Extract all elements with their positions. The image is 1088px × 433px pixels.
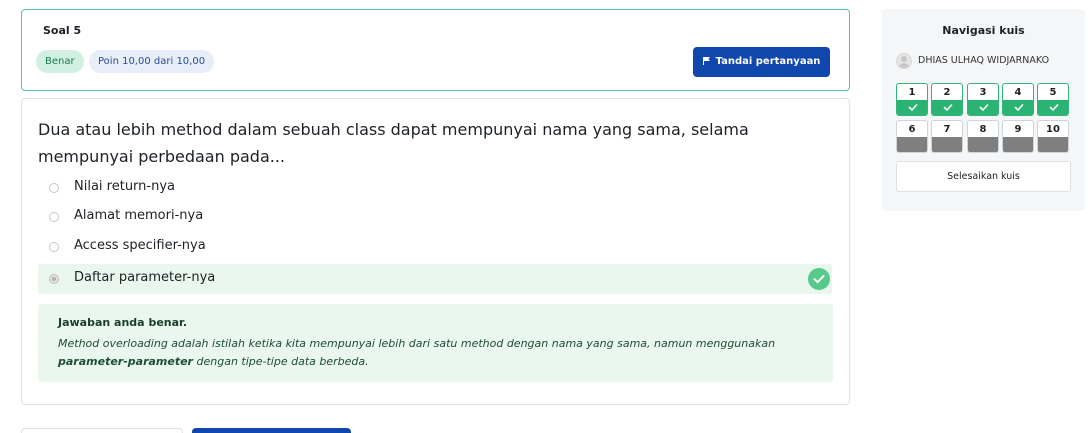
next-page-button[interactable] (192, 428, 351, 433)
question-nav-number: 1 (908, 87, 916, 98)
quiz-navigation-panel: Navigasi kuis DHIAS ULHAQ WIDJARNAKO 1 2… (882, 9, 1085, 211)
unanswered-indicator (897, 137, 927, 152)
flag-question-button[interactable]: Tandai pertanyaan (693, 47, 830, 77)
answer-option-d[interactable]: Daftar parameter-nya (38, 264, 832, 294)
question-nav-number: 7 (943, 124, 951, 135)
question-nav-number: 9 (1014, 124, 1022, 135)
radio-button[interactable] (49, 183, 59, 193)
answered-check-icon (1038, 100, 1068, 115)
unanswered-indicator (1003, 137, 1033, 152)
radio-button-selected[interactable] (49, 274, 59, 284)
feedback-text-bold: parameter-parameter (58, 355, 193, 368)
feedback-box: Jawaban anda benar. Method overloading a… (38, 304, 833, 382)
flag-icon (702, 57, 710, 65)
status-badge: Benar (36, 50, 84, 73)
question-nav-number: 2 (943, 87, 951, 98)
question-nav-number: 8 (979, 124, 987, 135)
question-nav-button-9[interactable]: 9 (1002, 120, 1034, 153)
question-nav-button-7[interactable]: 7 (931, 120, 963, 153)
question-nav-number: 3 (979, 87, 987, 98)
feedback-text: Method overloading adalah istilah ketika… (58, 335, 818, 371)
avatar (896, 53, 912, 69)
finish-quiz-button[interactable]: Selesaikan kuis (896, 161, 1071, 192)
answer-option-label: Access specifier-nya (74, 238, 206, 253)
question-text: Dua atau lebih method dalam sebuah class… (38, 120, 749, 166)
points-badge: Poin 10,00 dari 10,00 (89, 50, 215, 73)
answer-option-b[interactable]: Alamat memori-nya (38, 202, 832, 232)
unanswered-indicator (1038, 137, 1068, 152)
question-nav-button-1[interactable]: 1 (896, 83, 928, 116)
radio-button[interactable] (49, 212, 59, 222)
question-nav-button-5[interactable]: 5 (1037, 83, 1069, 116)
question-nav-button-2[interactable]: 2 (931, 83, 963, 116)
question-nav-button-6[interactable]: 6 (896, 120, 928, 153)
question-number: Soal 5 (43, 24, 82, 37)
question-nav-number: 4 (1014, 87, 1022, 98)
quiz-navigation-title: Navigasi kuis (942, 24, 1025, 37)
question-nav-number: 5 (1049, 87, 1057, 98)
answered-check-icon (932, 100, 962, 115)
answered-check-icon (897, 100, 927, 115)
unanswered-indicator (968, 137, 998, 152)
flag-question-label: Tandai pertanyaan (715, 56, 821, 67)
answered-check-icon (968, 100, 998, 115)
question-content-card: Dua atau lebih method dalam sebuah class… (21, 98, 850, 405)
answer-option-c[interactable]: Access specifier-nya (38, 232, 832, 262)
feedback-text-after: dengan tipe-tipe data berbeda. (193, 355, 369, 368)
answer-option-label: Nilai return-nya (74, 179, 175, 194)
answer-option-label: Alamat memori-nya (74, 208, 204, 223)
question-nav-number: 10 (1046, 124, 1060, 135)
question-nav-number: 6 (908, 124, 916, 135)
feedback-text-before: Method overloading adalah istilah ketika… (58, 337, 776, 350)
answered-check-icon (1003, 100, 1033, 115)
question-nav-button-3[interactable]: 3 (967, 83, 999, 116)
answer-option-a[interactable]: Nilai return-nya (38, 173, 832, 203)
correct-check-icon (808, 268, 830, 290)
feedback-title: Jawaban anda benar. (58, 316, 188, 329)
user-name: DHIAS ULHAQ WIDJARNAKO (918, 55, 1050, 66)
question-nav-button-8[interactable]: 8 (967, 120, 999, 153)
question-nav-button-10[interactable]: 10 (1037, 120, 1069, 153)
radio-button[interactable] (49, 242, 59, 252)
previous-page-button[interactable] (21, 428, 183, 433)
question-nav-button-4[interactable]: 4 (1002, 83, 1034, 116)
answer-option-label: Daftar parameter-nya (74, 270, 216, 285)
unanswered-indicator (932, 137, 962, 152)
question-info-card: Soal 5 Benar Poin 10,00 dari 10,00 Tanda… (21, 9, 850, 91)
